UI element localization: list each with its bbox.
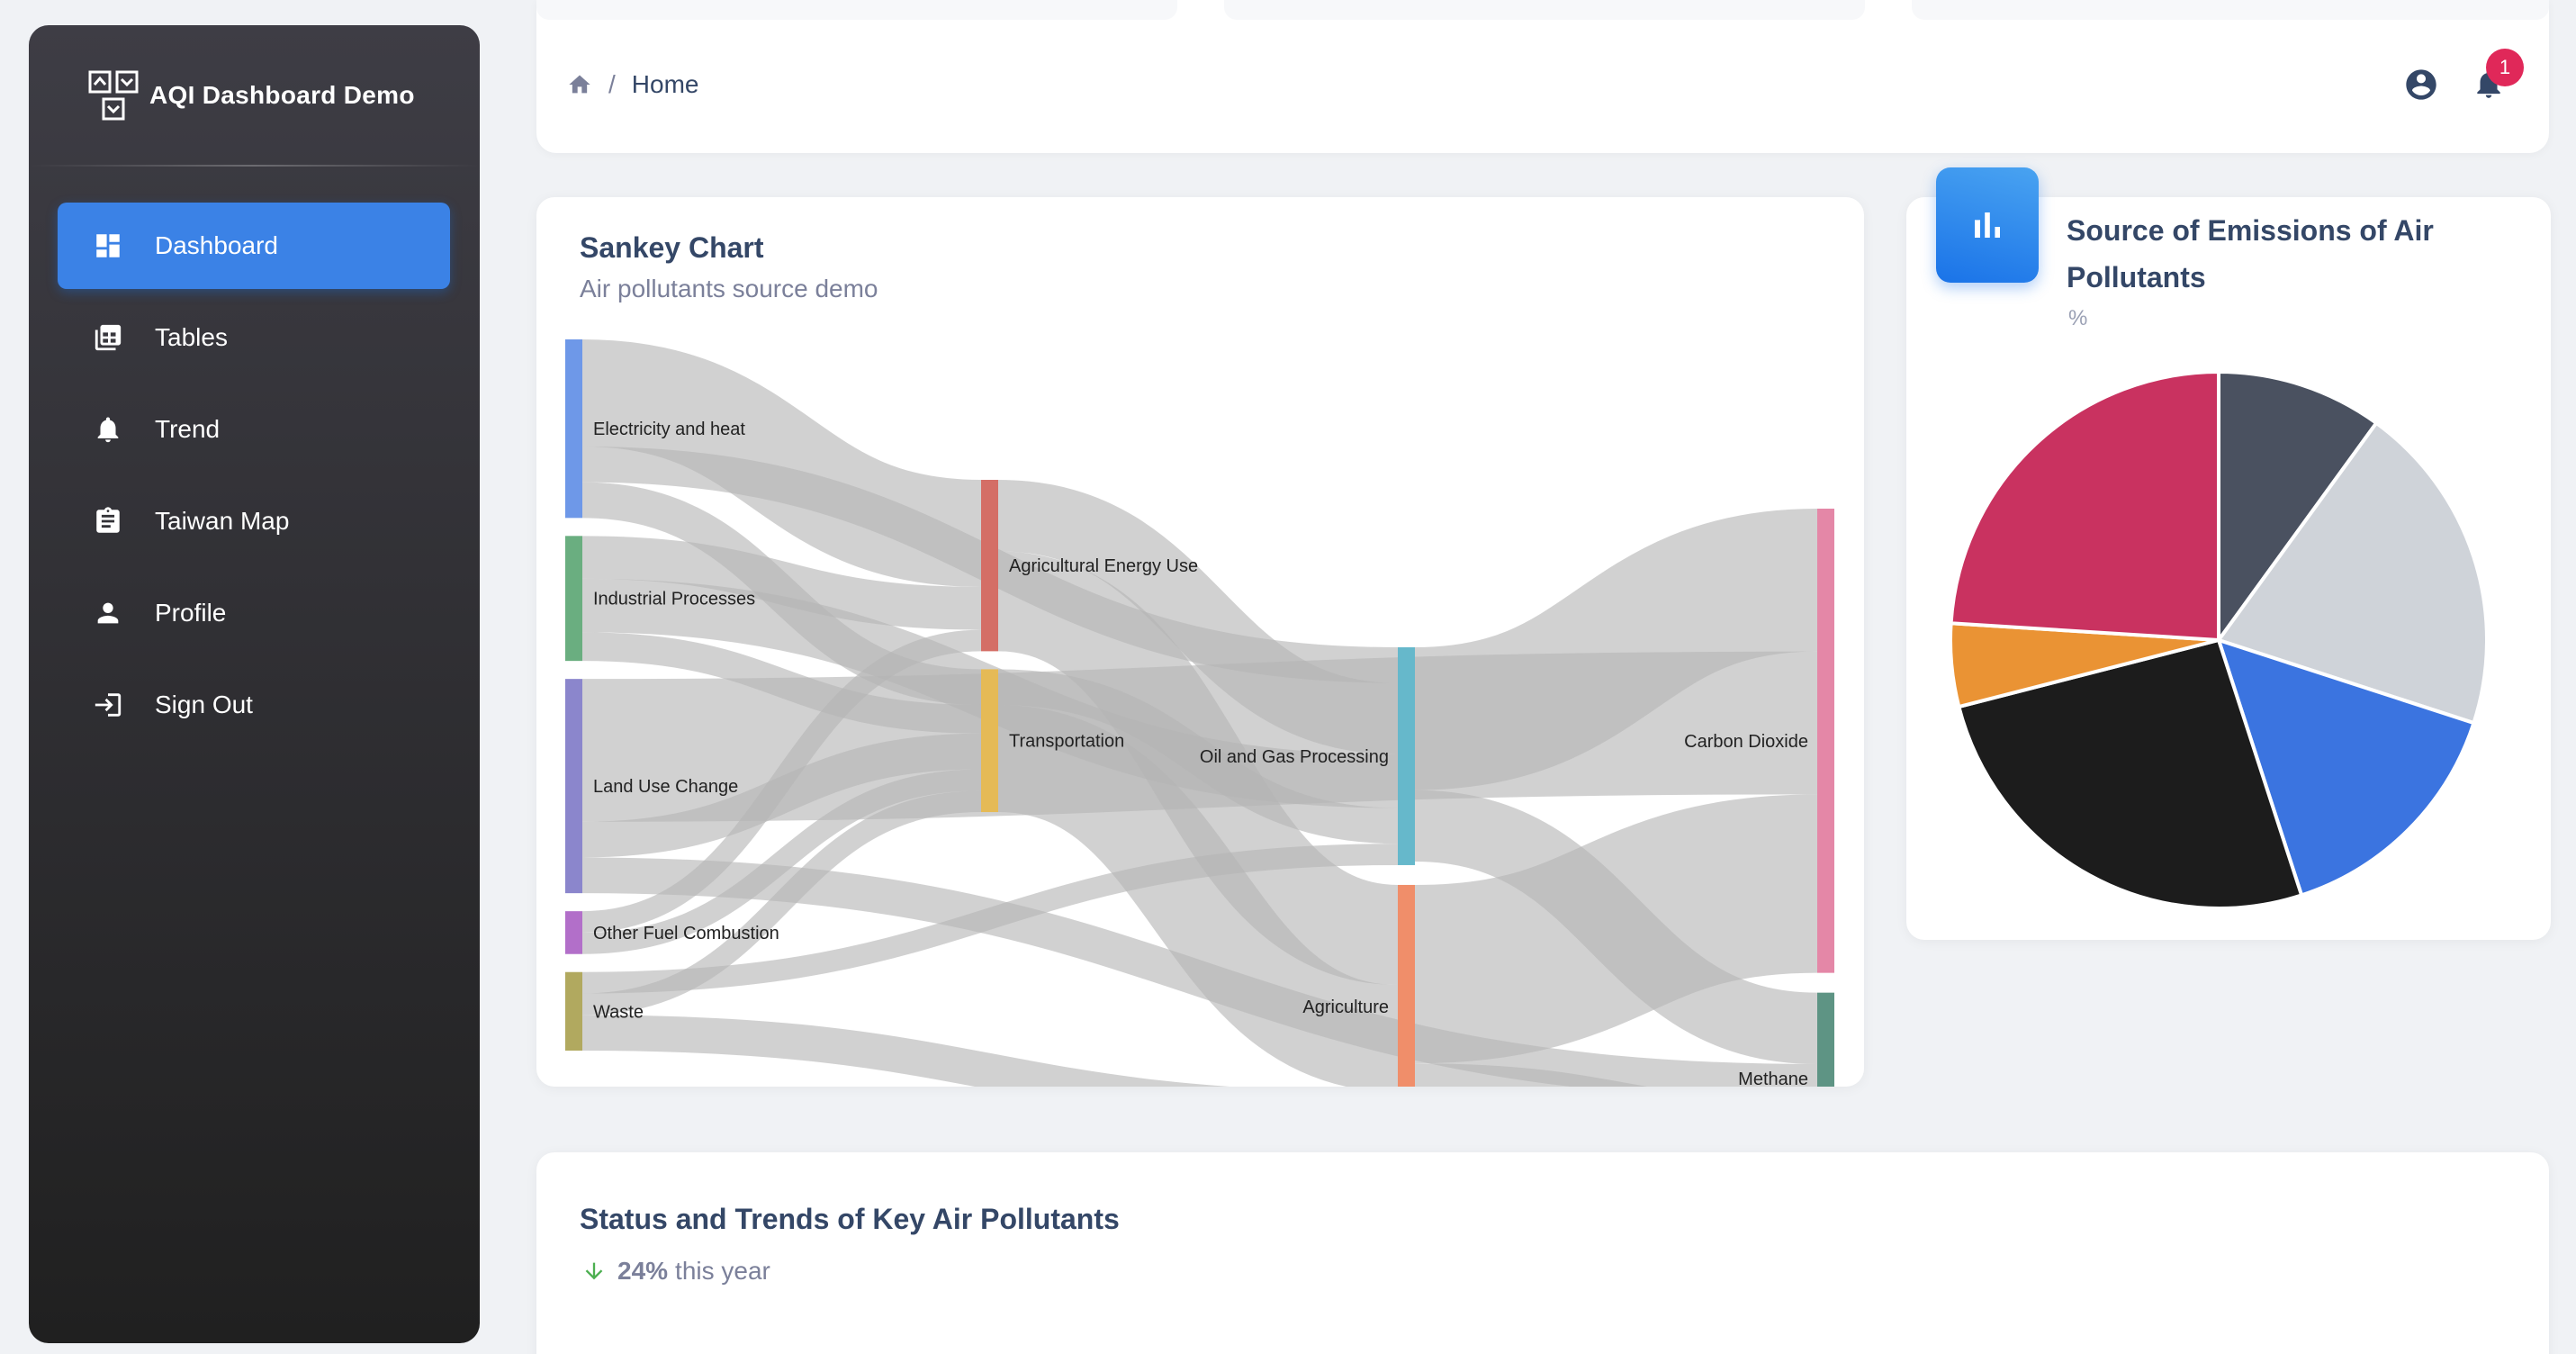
breadcrumb: / Home (567, 70, 698, 99)
status-title: Status and Trends of Key Air Pollutants (580, 1203, 1120, 1235)
sankey-node-label: Transportation (1009, 732, 1124, 752)
sankey-node[interactable] (565, 536, 582, 662)
sidebar-item-label: Tables (155, 323, 228, 351)
home-icon[interactable] (567, 72, 592, 97)
sidebar-item-label: Trend (155, 415, 221, 443)
status-card (536, 1152, 2549, 1354)
top-navbar (536, 0, 2549, 153)
dashboard-icon (92, 230, 124, 262)
sankey-node-label: Carbon Dioxide (1684, 732, 1808, 752)
sankey-node-label: Industrial Processes (593, 590, 755, 609)
sidebar-item-tables[interactable]: Tables (58, 294, 450, 381)
status-change-suffix: this year (675, 1257, 770, 1285)
sankey-node-label: Agricultural Energy Use (1009, 556, 1198, 576)
sankey-node[interactable] (1817, 509, 1834, 973)
brand[interactable]: AQI Dashboard Demo (86, 68, 415, 122)
pie-slice[interactable] (1949, 369, 2220, 643)
sankey-node-label: Electricity and heat (593, 420, 745, 439)
scrolled-cards-edge (536, 0, 2549, 20)
sankey-node[interactable] (565, 971, 582, 1051)
notification-badge: 1 (2486, 49, 2524, 86)
sidebar-item-sign-out[interactable]: Sign Out (58, 662, 450, 748)
sankey-node-label: Waste (593, 1002, 644, 1022)
sidebar-item-trend[interactable]: Trend (58, 386, 450, 473)
sankey-chart: Electricity and heat Industrial Processes… (565, 339, 1834, 1087)
sidebar-item-dashboard[interactable]: Dashboard (58, 203, 450, 289)
sankey-node-label: Oil and Gas Processing (1200, 747, 1389, 767)
scrolled-card (536, 0, 1177, 20)
sidebar-item-label: Dashboard (155, 231, 278, 259)
arrow-down-icon (585, 1262, 603, 1280)
account-button[interactable] (2403, 67, 2439, 103)
status-trend: 24% this year (581, 1257, 770, 1286)
app-logo-icon (88, 70, 139, 121)
login-icon (92, 689, 124, 721)
sankey-node[interactable] (1398, 647, 1415, 865)
sidebar-item-profile[interactable]: Profile (58, 570, 450, 656)
clipboard-icon (92, 505, 124, 537)
sidebar-item-label: Profile (155, 599, 227, 627)
sankey-node[interactable] (981, 669, 998, 813)
sankey-card: Sankey Chart Air pollutants source demo … (536, 197, 1864, 1087)
sankey-node-label: Land Use Change (593, 777, 738, 797)
table-icon (92, 321, 124, 354)
chart-badge (1936, 167, 2039, 283)
account-circle-icon (2406, 69, 2436, 100)
sankey-node[interactable] (565, 911, 582, 954)
pie-chart (1949, 369, 2489, 910)
sankey-node-label: Agriculture (1302, 997, 1389, 1017)
bell-icon (92, 413, 124, 446)
sidebar-nav: Dashboard Tables Trend Taiwan Map Profil… (58, 203, 450, 754)
sankey-node[interactable] (565, 679, 582, 894)
breadcrumb-separator: / (608, 70, 616, 98)
pie-unit: % (2068, 306, 2088, 330)
sankey-node[interactable] (1398, 884, 1415, 1087)
sankey-node[interactable] (565, 339, 582, 519)
sidebar-item-label: Sign Out (155, 691, 253, 718)
sankey-links (581, 339, 1819, 1087)
sankey-node[interactable] (1817, 992, 1834, 1087)
sidebar: AQI Dashboard Demo Dashboard Tables Tren… (29, 25, 480, 1343)
scrolled-card (1224, 0, 1865, 20)
sidebar-divider (29, 165, 480, 167)
bar-chart-icon (1975, 212, 2000, 238)
breadcrumb-current: Home (631, 70, 699, 98)
person-icon (92, 597, 124, 629)
pie-title: Source of Emissions of Air Pollutants (2067, 214, 2434, 293)
app-title: AQI Dashboard Demo (149, 81, 415, 109)
sidebar-item-label: Taiwan Map (155, 507, 290, 535)
sankey-node-label: Other Fuel Combustion (593, 924, 779, 943)
status-change: 24% (617, 1257, 669, 1285)
sankey-node-label: Methane (1738, 1070, 1808, 1087)
scrolled-card (1912, 0, 2549, 20)
sankey-node[interactable] (981, 480, 998, 652)
sidebar-item-taiwan-map[interactable]: Taiwan Map (58, 478, 450, 564)
